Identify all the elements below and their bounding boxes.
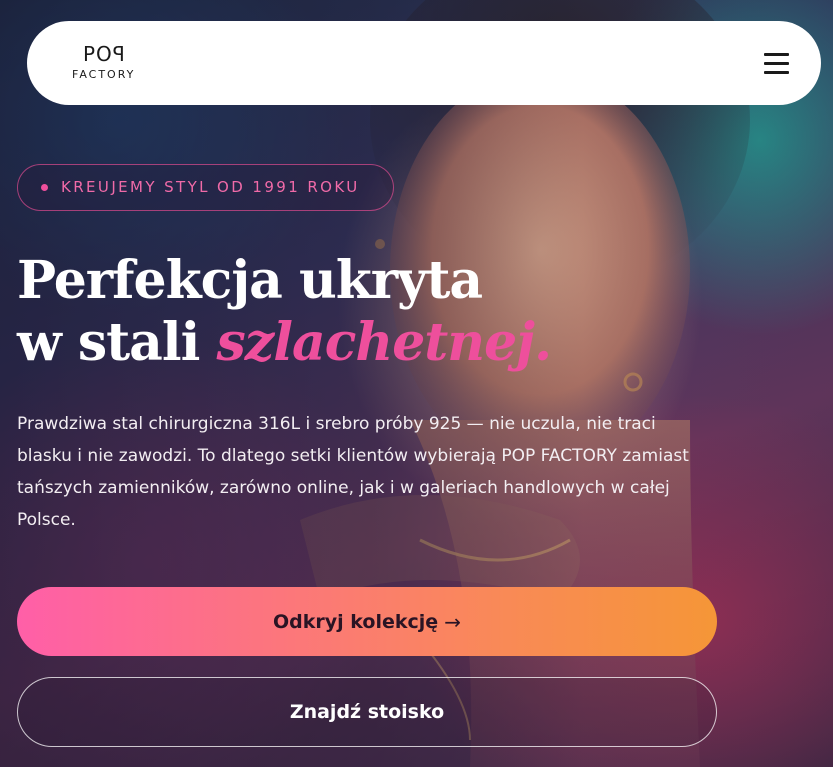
headline-line-2-plain: w stali [17,312,217,373]
hero-headline: Perfekcja ukryta w stali szlachetnej. [17,250,577,374]
headline-line-1: Perfekcja ukryta [17,250,483,311]
badge-dot-icon [41,184,48,191]
logo-wordmark-bottom: FACTORY [72,68,136,81]
discover-collection-button[interactable]: Odkryj kolekcję → [17,587,717,656]
badge-text: KREUJEMY STYL OD 1991 ROKU [61,178,360,196]
logo-wordmark-top: POꟼ [83,42,126,66]
arrow-right-icon: → [444,609,461,634]
hero-description: Prawdziwa stal chirurgiczna 316L i srebr… [17,414,689,530]
headline-accent: szlachetnej. [216,312,552,373]
find-store-label: Znajdź stoisko [289,701,445,723]
hero-section: POꟼ FACTORY KREUJEMY STYL OD 1991 ROKU P… [0,0,833,767]
discover-collection-label: Odkryj kolekcję [273,610,439,633]
hamburger-icon [764,53,789,56]
headline-line-2: w stali szlachetnej. [17,312,577,374]
find-store-button[interactable]: Znajdź stoisko [17,677,717,747]
hamburger-menu-button[interactable] [757,49,795,77]
pop-factory-logo[interactable]: POꟼ FACTORY [69,43,149,87]
since-badge: KREUJEMY STYL OD 1991 ROKU [17,164,394,211]
site-header: POꟼ FACTORY [27,21,821,105]
